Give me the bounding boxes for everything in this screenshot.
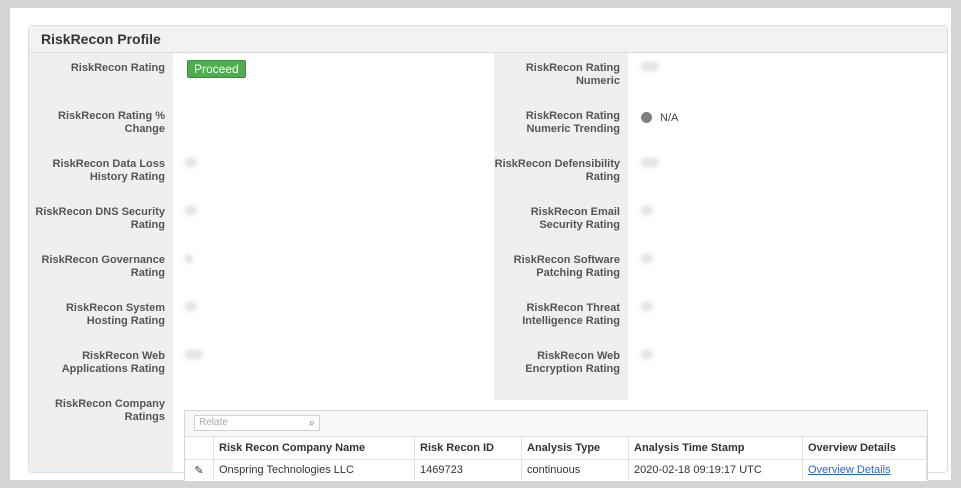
cell-company: Onspring Technologies LLC <box>213 459 415 480</box>
web-encryption-value <box>641 350 653 362</box>
trending-value: N/A <box>641 112 678 124</box>
relate-search-input[interactable]: Relate ⌕ <box>194 415 320 431</box>
search-icon[interactable]: ⌕ <box>309 416 315 430</box>
governance-value <box>185 254 193 266</box>
threat-intelligence-value <box>641 302 653 314</box>
table-row: ✎ Onspring Technologies LLC 1469723 cont… <box>185 459 927 480</box>
email-security-value <box>641 206 653 218</box>
label-rating-change: RiskRecon Rating % Change <box>58 110 165 135</box>
label-email-security: RiskRecon Email Security Rating <box>530 206 620 231</box>
grid-toolbar: Relate ⌕ <box>185 411 927 437</box>
search-placeholder: Relate <box>199 417 228 428</box>
dns-security-value <box>185 206 197 218</box>
screenshot-frame: RiskRecon Profile RiskRecon Rating RiskR… <box>10 8 951 482</box>
cell-id: 1469723 <box>414 459 522 480</box>
riskrecon-profile-panel: RiskRecon Profile RiskRecon Rating RiskR… <box>28 25 948 482</box>
cell-overview: Overview Details <box>802 459 927 480</box>
label-dns-security: RiskRecon DNS Security Rating <box>35 206 165 231</box>
column-header-analysis-type[interactable]: Analysis Type <box>521 437 629 460</box>
software-patching-value <box>641 254 653 266</box>
overview-details-link[interactable]: Overview Details <box>808 464 891 476</box>
label-threat-intelligence: RiskRecon Threat Intelligence Rating <box>522 302 620 327</box>
defensibility-value <box>641 158 659 170</box>
label-rating-numeric-trending: RiskRecon Rating Numeric Trending <box>525 110 620 135</box>
label-company-ratings: RiskRecon Company Ratings <box>54 398 165 423</box>
column-header-company[interactable]: Risk Recon Company Name <box>213 437 415 460</box>
rating-status-badge: Proceed <box>187 60 246 78</box>
web-applications-value <box>185 350 203 362</box>
label-rating: RiskRecon Rating <box>70 62 165 74</box>
label-software-patching: RiskRecon Software Patching Rating <box>513 254 620 279</box>
label-web-applications: RiskRecon Web Applications Rating <box>61 350 165 375</box>
edit-column-header <box>185 437 214 460</box>
cell-analysis-type: continuous <box>521 459 629 480</box>
label-defensibility: RiskRecon Defensibility Rating <box>494 158 620 183</box>
column-header-id[interactable]: Risk Recon ID <box>414 437 522 460</box>
panel-header: RiskRecon Profile <box>29 26 947 53</box>
gray-dot-icon <box>641 112 652 123</box>
label-rating-numeric: RiskRecon Rating Numeric <box>525 62 620 87</box>
label-data-loss: RiskRecon Data Loss History Rating <box>52 158 165 183</box>
cell-timestamp: 2020-02-18 09:19:17 UTC <box>628 459 803 480</box>
column-header-overview[interactable]: Overview Details <box>802 437 927 460</box>
column-header-timestamp[interactable]: Analysis Time Stamp <box>628 437 803 460</box>
system-hosting-value <box>185 302 197 314</box>
label-system-hosting: RiskRecon System Hosting Rating <box>65 302 165 327</box>
trending-text: N/A <box>660 112 679 124</box>
table-header-row: Risk Recon Company Name Risk Recon ID An… <box>185 437 927 460</box>
company-ratings-grid: Relate ⌕ Risk Recon Company Name Risk Re… <box>184 410 928 482</box>
rating-numeric-value <box>641 62 659 74</box>
ratings-table: Risk Recon Company Name Risk Recon ID An… <box>185 437 927 480</box>
pencil-icon[interactable]: ✎ <box>185 459 214 480</box>
label-web-encryption: RiskRecon Web Encryption Rating <box>525 350 620 375</box>
data-loss-value <box>185 158 197 170</box>
panel-title: RiskRecon Profile <box>41 31 161 47</box>
label-governance: RiskRecon Governance Rating <box>41 254 166 279</box>
